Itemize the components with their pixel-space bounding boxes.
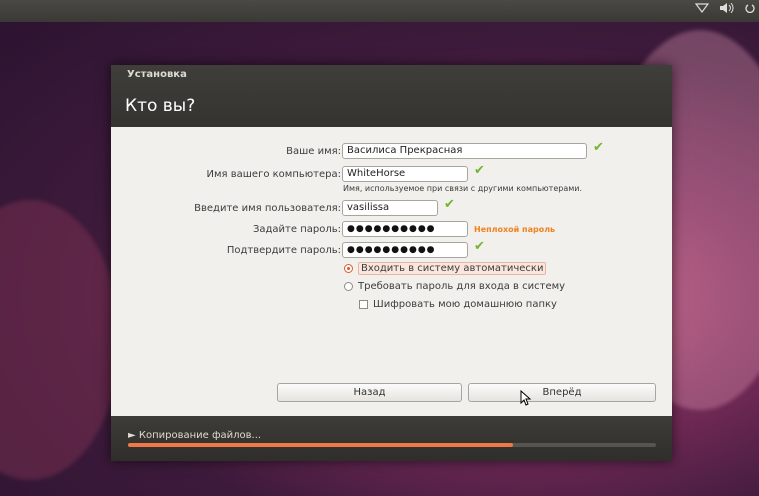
top-panel [0, 0, 759, 22]
installer-window: Установка Кто вы? Ваше имя: Василиса Пре… [111, 65, 672, 461]
installer-footer: ► Копирование файлов... [111, 416, 672, 461]
confirm-password-field[interactable]: ●●●●●●●●●● [342, 242, 468, 258]
progress-fill [128, 443, 514, 447]
forward-button[interactable]: Вперёд [468, 383, 656, 402]
checkbox-icon[interactable] [359, 300, 368, 309]
checkmark-icon: ✔ [474, 163, 485, 178]
window-header: Установка Кто вы? [111, 65, 672, 127]
checkbox-encrypt-home-label: Шифровать мою домашнюю папку [373, 299, 557, 310]
back-button[interactable]: Назад [277, 383, 462, 402]
checkbox-encrypt-home[interactable]: Шифровать мою домашнюю папку [359, 299, 557, 310]
volume-icon[interactable] [719, 2, 735, 16]
password-field[interactable]: ●●●●●●●●●● [342, 221, 468, 237]
checkmark-icon: ✔ [593, 140, 604, 155]
mouse-cursor-icon [520, 389, 532, 410]
password-strength: Неплохой пароль [474, 225, 556, 234]
power-icon[interactable] [745, 3, 755, 16]
checkmark-icon: ✔ [444, 197, 455, 212]
computer-name-label: Имя вашего компьютера: [206, 169, 341, 180]
radio-require-password[interactable]: Требовать пароль для входа в систему [344, 281, 565, 292]
computer-name-hint: Имя, используемое при связи с другими ко… [343, 184, 582, 193]
name-field[interactable]: Василиса Прекрасная [342, 143, 587, 159]
username-label: Введите имя пользователя: [194, 203, 341, 214]
network-icon[interactable] [694, 3, 710, 16]
radio-unselected-icon[interactable] [344, 282, 353, 291]
name-label: Ваше имя: [286, 146, 341, 157]
radio-selected-icon[interactable] [344, 264, 353, 273]
computer-name-field[interactable]: WhiteHorse [342, 166, 468, 182]
window-title: Установка [127, 69, 187, 80]
panel-indicators [694, 2, 755, 16]
password-label: Задайте пароль: [252, 224, 341, 235]
user-form: Ваше имя: Василиса Прекрасная ✔ Имя ваше… [111, 127, 672, 416]
radio-auto-login[interactable]: Входить в систему автоматически [344, 262, 547, 275]
confirm-password-label: Подтвердите пароль: [226, 245, 341, 256]
progress-bar [128, 443, 656, 447]
page-title: Кто вы? [125, 96, 196, 116]
radio-require-password-label: Требовать пароль для входа в систему [358, 281, 566, 292]
radio-auto-login-label: Входить в систему автоматически [358, 262, 547, 275]
username-field[interactable]: vasilissa [342, 200, 438, 216]
wallpaper-glow [0, 200, 120, 480]
checkmark-icon: ✔ [474, 239, 485, 254]
copying-files-label[interactable]: ► Копирование файлов... [128, 430, 261, 441]
